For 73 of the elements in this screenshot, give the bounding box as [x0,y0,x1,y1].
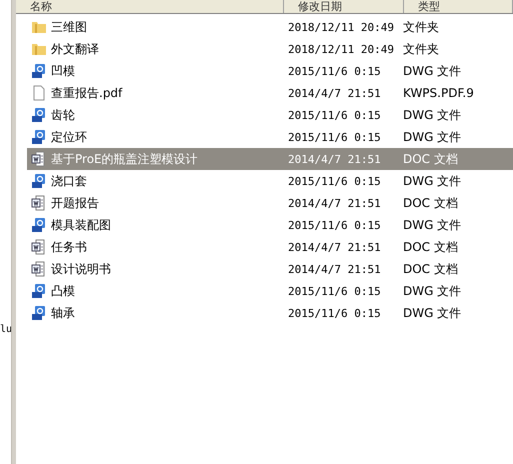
column-heading[interactable]: 名称 [16,0,284,13]
file-type: DWG 文件 [403,128,462,146]
file-row[interactable]: 模具装配图 2015/11/6 0:15 DWG 文件 [27,214,513,236]
sidebar-text: lu [0,324,11,335]
file-row[interactable]: 凹模 2015/11/6 0:15 DWG 文件 [27,60,513,82]
modified-date: 2018/12/11 20:49 [287,42,395,56]
word-document-icon [31,261,47,277]
file-type: DWG 文件 [403,172,462,190]
file-name: 外文翻译 [51,40,99,58]
file-name: 任务书 [51,238,87,256]
file-name: 基于ProE的瓶盖注塑模设计 [51,150,198,168]
file-type: DOC 文档 [403,238,459,256]
drawing-file-icon [31,129,47,145]
file-type: DOC 文档 [403,194,459,212]
modified-date: 2015/11/6 0:15 [287,306,382,320]
drawing-file-icon [31,63,47,79]
file-row[interactable]: 任务书 2014/4/7 21:51 DOC 文档 [27,236,513,258]
file-row[interactable]: 轴承 2015/11/6 0:15 DWG 文件 [27,302,513,324]
file-name: 齿轮 [51,106,75,124]
drawing-file-icon [31,217,47,233]
file-row[interactable]: 凸模 2015/11/6 0:15 DWG 文件 [27,280,513,302]
file-row[interactable]: 定位环 2015/11/6 0:15 DWG 文件 [27,126,513,148]
file-name: 模具装配图 [51,216,111,234]
modified-date: 2018/12/11 20:49 [287,20,395,34]
file-name: 轴承 [51,304,75,322]
column-heading[interactable]: 类型 [404,0,513,13]
folder-icon [31,19,47,35]
file-row[interactable]: 三维图 2018/12/11 20:49 文件夹 [27,16,513,38]
word-document-icon [31,195,47,211]
file-type: KWPS.PDF.9 [403,86,475,100]
word-document-icon [31,151,47,167]
modified-date: 2015/11/6 0:15 [287,284,382,298]
drawing-file-icon [31,283,47,299]
file-name: 三维图 [51,18,87,36]
file-type: DOC 文档 [403,150,459,168]
modified-date: 2014/4/7 21:51 [287,86,382,100]
folder-icon [31,41,47,57]
modified-date: 2014/4/7 21:51 [287,196,382,210]
drawing-file-icon [31,107,47,123]
file-name: 凹模 [51,62,75,80]
column-heading[interactable]: 修改日期 [284,0,404,13]
file-name: 设计说明书 [51,260,111,278]
modified-date: 2015/11/6 0:15 [287,64,382,78]
file-name: 查重报告.pdf [51,84,122,102]
file-name: 定位环 [51,128,87,146]
file-type: DWG 文件 [403,106,462,124]
file-type: DWG 文件 [403,304,462,322]
drawing-file-icon [31,305,47,321]
file-row[interactable]: 齿轮 2015/11/6 0:15 DWG 文件 [27,104,513,126]
modified-date: 2015/11/6 0:15 [287,108,382,122]
modified-date: 2015/11/6 0:15 [287,174,382,188]
file-row[interactable]: 查重报告.pdf 2014/4/7 21:51 KWPS.PDF.9 [27,82,513,104]
file-type: 文件夹 [403,40,440,58]
file-type: 文件夹 [403,18,440,36]
modified-date: 2015/11/6 0:15 [287,130,382,144]
file-name: 开题报告 [51,194,99,212]
file-row[interactable]: 外文翻译 2018/12/11 20:49 文件夹 [27,38,513,60]
drawing-file-icon [31,173,47,189]
modified-date: 2014/4/7 21:51 [287,240,382,254]
document-icon [31,85,47,101]
modified-date: 2015/11/6 0:15 [287,218,382,232]
file-type: DWG 文件 [403,216,462,234]
file-name: 凸模 [51,282,75,300]
file-row[interactable]: 开题报告 2014/4/7 21:51 DOC 文档 [27,192,513,214]
file-row[interactable]: 浇口套 2015/11/6 0:15 DWG 文件 [27,170,513,192]
file-type: DOC 文档 [403,260,459,278]
file-type: DWG 文件 [403,282,462,300]
file-type: DWG 文件 [403,62,462,80]
file-name: 浇口套 [51,172,87,190]
word-document-icon [31,239,47,255]
file-row[interactable]: 设计说明书 2014/4/7 21:51 DOC 文档 [27,258,513,280]
modified-date: 2014/4/7 21:51 [287,152,382,166]
modified-date: 2014/4/7 21:51 [287,262,382,276]
